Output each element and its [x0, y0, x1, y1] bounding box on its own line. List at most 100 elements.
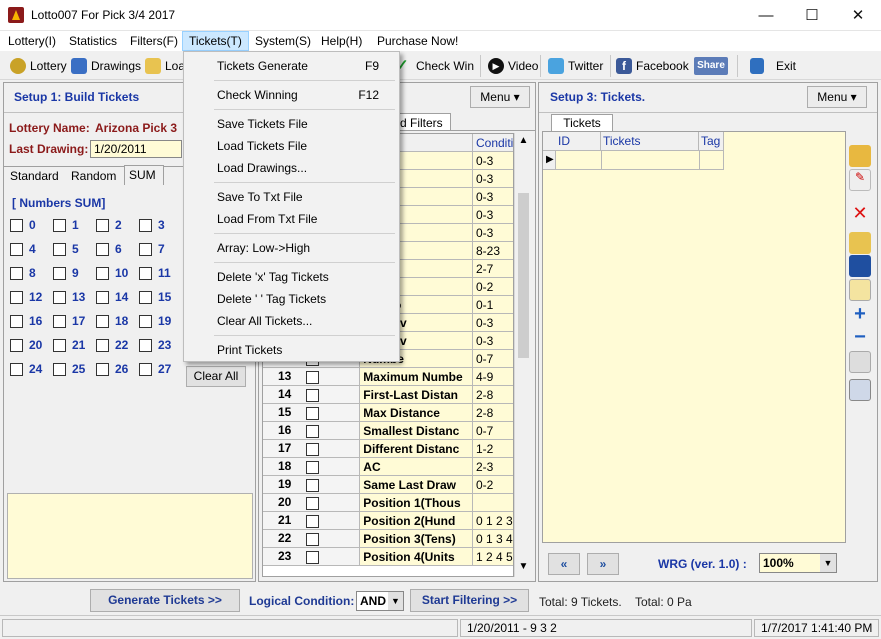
- filter-condition[interactable]: 0-3: [471, 331, 513, 350]
- chevron-down-icon[interactable]: ▼: [820, 554, 836, 572]
- sum-number-checkbox[interactable]: 13: [53, 290, 95, 314]
- plus-icon[interactable]: +: [849, 303, 871, 325]
- copy-icon[interactable]: [849, 279, 871, 301]
- checkbox[interactable]: [96, 315, 109, 329]
- sum-number-checkbox[interactable]: 4: [10, 242, 52, 266]
- checkbox[interactable]: [96, 267, 109, 281]
- checkbox[interactable]: [10, 339, 23, 353]
- dropdown-item[interactable]: Delete 'x' Tag Tickets: [184, 268, 399, 286]
- checkbox[interactable]: [139, 339, 152, 353]
- sum-number-checkbox[interactable]: 6: [96, 242, 138, 266]
- filter-enable-checkbox[interactable]: [306, 388, 319, 402]
- tab-random[interactable]: Random: [69, 167, 124, 185]
- eraser-icon[interactable]: ✎: [849, 169, 871, 191]
- checkbox[interactable]: [53, 291, 66, 305]
- filter-condition[interactable]: 1-2: [471, 439, 513, 458]
- sum-number-checkbox[interactable]: 15: [139, 290, 181, 314]
- filter-condition[interactable]: 0-3: [471, 187, 513, 206]
- filter-row[interactable]: 18 AC 2-3: [263, 457, 513, 476]
- dropdown-item[interactable]: Load Tickets File: [184, 137, 399, 155]
- checkbox[interactable]: [10, 363, 23, 377]
- minimize-button[interactable]: —: [743, 0, 789, 31]
- filter-condition[interactable]: 0-3: [471, 313, 513, 332]
- filters-scrollbar[interactable]: ▲ ▼: [514, 133, 532, 577]
- checkbox[interactable]: [53, 339, 66, 353]
- minus-icon[interactable]: −: [849, 327, 871, 349]
- checkbox[interactable]: [53, 243, 66, 257]
- dropdown-item[interactable]: Print Tickets: [184, 341, 399, 359]
- filter-condition[interactable]: 0 1 2 3 4 5 6: [471, 511, 513, 530]
- checkbox[interactable]: [139, 291, 152, 305]
- checkbox[interactable]: [139, 267, 152, 281]
- notes-area[interactable]: [7, 493, 253, 579]
- filter-enable-checkbox[interactable]: [306, 460, 319, 474]
- filter-condition[interactable]: 1 2 4 5 7 8 9: [471, 547, 513, 566]
- filter-enable-checkbox[interactable]: [306, 532, 319, 546]
- sum-number-checkbox[interactable]: 11: [139, 266, 181, 290]
- filter-enable-checkbox[interactable]: [306, 496, 319, 510]
- menu-filters[interactable]: Filters(F): [124, 31, 184, 51]
- sum-number-checkbox[interactable]: 3: [139, 218, 181, 242]
- checkbox[interactable]: [96, 363, 109, 377]
- sum-number-checkbox[interactable]: 0: [10, 218, 52, 242]
- next-page-button[interactable]: »: [587, 553, 619, 575]
- close-button[interactable]: ✕: [835, 0, 881, 31]
- menu-purchase[interactable]: Purchase Now!: [371, 31, 464, 51]
- dropdown-item[interactable]: Save Tickets File: [184, 115, 399, 133]
- sum-number-checkbox[interactable]: 26: [96, 362, 138, 386]
- sum-number-checkbox[interactable]: 21: [53, 338, 95, 362]
- checkbox[interactable]: [10, 315, 23, 329]
- filter-row[interactable]: 14 First-Last Distan 2-8: [263, 385, 513, 404]
- tickets-grid[interactable]: ID Tickets Tag ▶: [542, 131, 846, 543]
- checkbox[interactable]: [53, 363, 66, 377]
- filter-condition[interactable]: 0-2: [471, 475, 513, 494]
- zoom-select[interactable]: 100% ▼: [759, 553, 837, 573]
- sum-number-checkbox[interactable]: 20: [10, 338, 52, 362]
- facebook-button[interactable]: f Facebook: [614, 55, 689, 77]
- filter-enable-checkbox[interactable]: [306, 550, 319, 564]
- checkbox[interactable]: [139, 363, 152, 377]
- twitter-button[interactable]: Twitter: [546, 55, 603, 77]
- scroll-thumb[interactable]: [518, 193, 529, 358]
- sum-number-checkbox[interactable]: 12: [10, 290, 52, 314]
- filter-enable-checkbox[interactable]: [306, 406, 319, 420]
- checkbox[interactable]: [139, 243, 152, 257]
- dropdown-item[interactable]: Check Winning F12: [184, 86, 399, 104]
- filter-condition[interactable]: 8-23: [471, 241, 513, 260]
- checkbox[interactable]: [96, 243, 109, 257]
- menu-tickets[interactable]: Tickets(T): [182, 31, 249, 51]
- checkbox[interactable]: [53, 267, 66, 281]
- filter-row[interactable]: 15 Max Distance 2-8: [263, 403, 513, 422]
- filter-row[interactable]: 19 Same Last Draw 0-2: [263, 475, 513, 494]
- open-folder-icon[interactable]: [849, 232, 871, 254]
- checkbox[interactable]: [10, 243, 23, 257]
- filter-condition[interactable]: 2-8: [471, 385, 513, 404]
- logical-condition-select[interactable]: AND ▼: [356, 591, 404, 611]
- filter-row[interactable]: 16 Smallest Distanc 0-7: [263, 421, 513, 440]
- check-win-button[interactable]: ✓ Check Win: [394, 55, 474, 77]
- filter-condition[interactable]: 2-8: [471, 403, 513, 422]
- sum-number-checkbox[interactable]: 8: [10, 266, 52, 290]
- dropdown-item[interactable]: Tickets Generate F9: [184, 57, 399, 75]
- checkbox[interactable]: [139, 219, 152, 233]
- filter-enable-checkbox[interactable]: [306, 514, 319, 528]
- delete-icon[interactable]: ✕: [849, 202, 871, 224]
- filter-enable-checkbox[interactable]: [306, 442, 319, 456]
- tab-standard[interactable]: Standard: [6, 167, 66, 185]
- save-icon[interactable]: [849, 255, 871, 277]
- sum-number-checkbox[interactable]: 7: [139, 242, 181, 266]
- dropdown-item[interactable]: Load Drawings...: [184, 159, 399, 177]
- filter-condition[interactable]: 0-3: [471, 169, 513, 188]
- sum-number-checkbox[interactable]: 23: [139, 338, 181, 362]
- checkbox[interactable]: [53, 219, 66, 233]
- drawings-button[interactable]: Drawings: [69, 55, 141, 77]
- sum-number-checkbox[interactable]: 25: [53, 362, 95, 386]
- tickets-menu-button[interactable]: Menu ▾: [807, 86, 867, 108]
- filter-enable-checkbox[interactable]: [306, 478, 319, 492]
- filter-condition[interactable]: 0-7: [471, 421, 513, 440]
- filter-condition[interactable]: 0 1 3 4 5 7 8: [471, 529, 513, 548]
- sum-number-checkbox[interactable]: 9: [53, 266, 95, 290]
- table-row[interactable]: [543, 151, 724, 170]
- sum-number-checkbox[interactable]: 1: [53, 218, 95, 242]
- sum-number-checkbox[interactable]: 24: [10, 362, 52, 386]
